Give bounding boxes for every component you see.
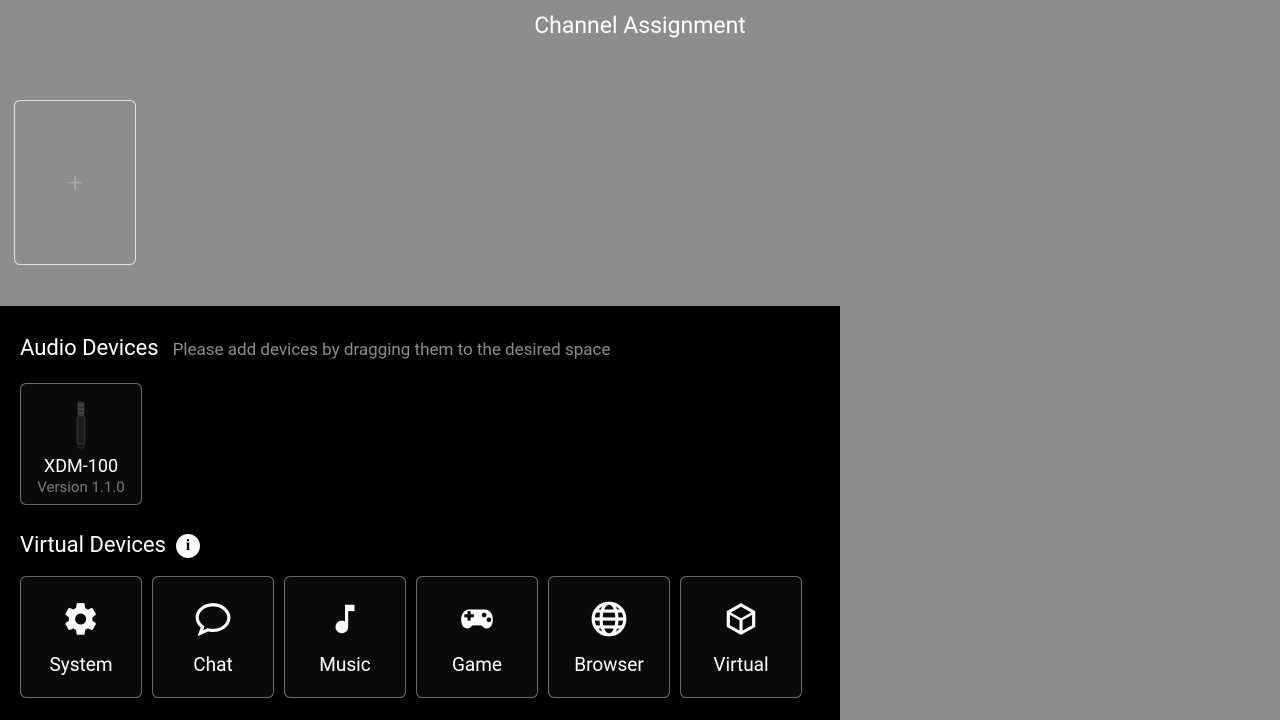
device-name: XDM-100: [44, 456, 118, 478]
virtual-devices-heading: Virtual Devices: [20, 533, 166, 558]
audio-devices-heading: Audio Devices: [20, 336, 159, 361]
virtual-device-label: Browser: [574, 653, 644, 676]
music-icon: [325, 599, 365, 639]
audio-device-card[interactable]: XDM-100 Version 1.1.0: [20, 383, 142, 505]
add-device-slot[interactable]: +: [14, 100, 136, 265]
plus-icon: +: [67, 166, 83, 199]
page-title: Channel Assignment: [220, 12, 1060, 39]
cube-icon: [721, 599, 761, 639]
microphone-icon: [72, 394, 90, 456]
virtual-device-music[interactable]: Music: [284, 576, 406, 698]
virtual-device-label: Music: [319, 653, 370, 676]
controller-icon: [457, 599, 497, 639]
audio-devices-hint: Please add devices by dragging them to t…: [173, 340, 611, 360]
virtual-device-chat[interactable]: Chat: [152, 576, 274, 698]
virtual-device-label: Virtual: [713, 653, 768, 676]
device-palette-panel: Audio Devices Please add devices by drag…: [0, 306, 840, 720]
virtual-device-label: System: [49, 653, 112, 676]
globe-icon: [589, 599, 629, 639]
gear-icon: [61, 599, 101, 639]
device-version: Version 1.1.0: [37, 478, 124, 496]
info-icon[interactable]: i: [176, 534, 200, 558]
virtual-device-virtual[interactable]: Virtual: [680, 576, 802, 698]
virtual-device-system[interactable]: System: [20, 576, 142, 698]
virtual-device-browser[interactable]: Browser: [548, 576, 670, 698]
chat-icon: [193, 599, 233, 639]
virtual-device-game[interactable]: Game: [416, 576, 538, 698]
virtual-device-label: Chat: [193, 653, 232, 676]
virtual-device-label: Game: [452, 653, 502, 676]
